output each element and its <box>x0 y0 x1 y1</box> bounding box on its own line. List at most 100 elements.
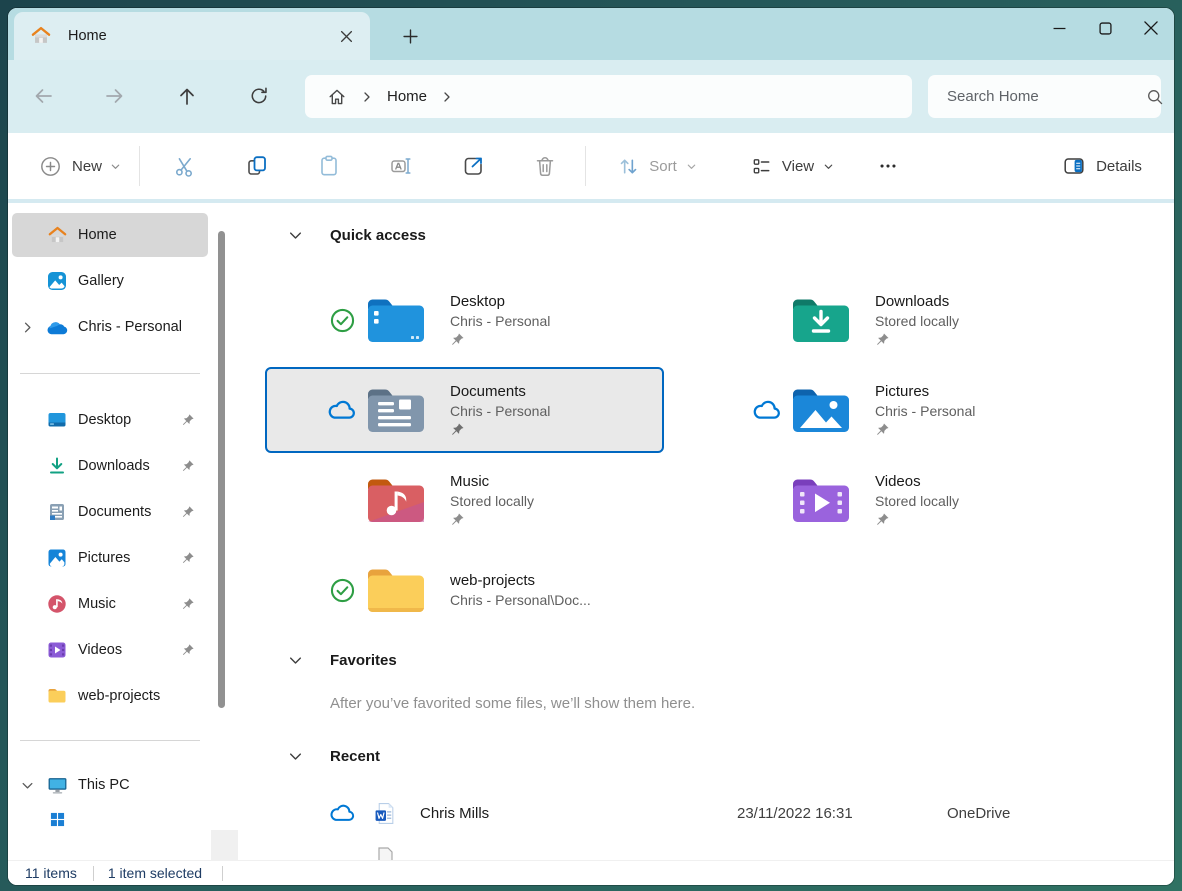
home-outline-icon[interactable] <box>327 87 347 107</box>
tile-subtitle: Stored locally <box>450 493 534 509</box>
search-input[interactable] <box>947 88 1146 105</box>
chevron-down-icon[interactable] <box>12 779 42 792</box>
tile-name: Desktop <box>450 293 550 310</box>
sidebar-item-web-projects[interactable]: web-projects <box>12 674 208 718</box>
gallery-icon <box>42 271 72 291</box>
tile-web-projects[interactable]: web-projects Chris - Personal\Doc... <box>265 547 664 633</box>
maximize-button[interactable] <box>1082 8 1128 48</box>
folder-icon <box>364 564 428 616</box>
minimize-button[interactable] <box>1036 8 1082 48</box>
back-button[interactable] <box>24 77 62 115</box>
tile-subtitle: Chris - Personal\Doc... <box>450 592 591 608</box>
tile-name: Videos <box>875 473 959 490</box>
section-label: Quick access <box>330 227 426 244</box>
onedrive-icon <box>42 319 72 335</box>
file-list: Quick access Desktop Chris - Personal <box>232 203 1174 860</box>
home-icon <box>30 25 52 47</box>
sidebar-item-videos[interactable]: Videos <box>12 628 208 672</box>
tile-documents[interactable]: Documents Chris - Personal <box>265 367 664 453</box>
desktop-folder-icon <box>364 294 428 346</box>
details-icon <box>1062 154 1086 178</box>
copy-icon <box>245 154 269 178</box>
new-tab-button[interactable] <box>394 20 426 52</box>
view-icon <box>750 155 773 178</box>
sidebar-item-home[interactable]: Home <box>12 213 208 257</box>
sidebar-scrollbar[interactable] <box>218 231 225 708</box>
chevron-down-icon <box>686 161 697 172</box>
desktop-icon <box>42 410 72 430</box>
sidebar-item-onedrive[interactable]: Chris - Personal <box>12 305 208 349</box>
pin-icon <box>180 643 196 657</box>
tile-name: Pictures <box>875 383 975 400</box>
view-button[interactable]: View <box>736 144 848 188</box>
sidebar-item-downloads[interactable]: Downloads <box>12 444 208 488</box>
tile-music[interactable]: Music Stored locally <box>265 457 664 543</box>
tile-pictures[interactable]: Pictures Chris - Personal <box>690 367 1089 453</box>
cut-button[interactable] <box>163 144 207 188</box>
search-icon[interactable] <box>1146 88 1164 106</box>
window-controls <box>1036 8 1174 48</box>
selected-count: 1 item selected <box>108 865 202 881</box>
main-area: Home Gallery Chris - Personal <box>8 203 1174 860</box>
sidebar-item-desktop[interactable]: Desktop <box>12 398 208 442</box>
tile-name: Music <box>450 473 534 490</box>
details-button[interactable]: Details <box>1044 144 1160 188</box>
chevron-down-icon <box>823 161 834 172</box>
cut-icon <box>173 154 197 178</box>
chevron-down-icon[interactable] <box>288 653 306 668</box>
section-quick-access-header[interactable]: Quick access <box>288 227 426 244</box>
sidebar-item-label: Pictures <box>78 550 180 566</box>
details-button-label: Details <box>1096 158 1142 175</box>
chevron-right-icon[interactable] <box>441 91 453 103</box>
tab-title: Home <box>68 28 332 44</box>
tab-home[interactable]: Home <box>14 12 370 60</box>
sidebar-item-music[interactable]: Music <box>12 582 208 626</box>
new-button[interactable]: New <box>28 144 132 188</box>
home-icon <box>42 225 72 246</box>
chevron-down-icon[interactable] <box>288 228 306 243</box>
toolbar-divider <box>139 146 140 186</box>
sort-button-label: Sort <box>649 158 677 175</box>
status-divider <box>222 866 223 881</box>
search-box[interactable] <box>928 75 1161 118</box>
sidebar-item-this-pc[interactable]: This PC <box>12 763 208 807</box>
rename-button[interactable] <box>379 144 423 188</box>
cloud-icon <box>745 399 789 421</box>
tile-desktop[interactable]: Desktop Chris - Personal <box>265 277 664 363</box>
paste-icon <box>317 154 341 178</box>
breadcrumb-home[interactable]: Home <box>387 88 427 105</box>
chevron-right-icon[interactable] <box>12 321 42 334</box>
tile-subtitle: Chris - Personal <box>875 403 975 419</box>
more-options-button[interactable] <box>866 144 910 188</box>
close-button[interactable] <box>1128 8 1174 48</box>
sidebar-item-documents[interactable]: Documents <box>12 490 208 534</box>
sidebar-item-pictures[interactable]: Pictures <box>12 536 208 580</box>
address-bar[interactable]: Home <box>305 75 912 118</box>
sidebar-item-gallery[interactable]: Gallery <box>12 259 208 303</box>
view-button-label: View <box>782 158 814 175</box>
delete-button[interactable] <box>523 144 567 188</box>
share-button[interactable] <box>451 144 495 188</box>
sync-check-icon <box>320 307 364 334</box>
chevron-down-icon[interactable] <box>288 749 306 764</box>
copy-button[interactable] <box>235 144 279 188</box>
sidebar-item-os-disk[interactable] <box>12 809 208 829</box>
section-favorites-header[interactable]: Favorites <box>288 652 397 669</box>
section-recent-header[interactable]: Recent <box>288 748 380 765</box>
navigation-bar: Home <box>8 60 1174 133</box>
music-folder-icon <box>364 474 428 526</box>
word-doc-icon <box>374 802 397 825</box>
recent-item-row[interactable]: Chris Mills 23/11/2022 16:31 OneDrive <box>232 797 1174 829</box>
tile-videos[interactable]: Videos Stored locally <box>690 457 1089 543</box>
sort-button[interactable]: Sort <box>606 144 708 188</box>
pictures-folder-icon <box>789 384 853 436</box>
plus-icon <box>403 29 418 44</box>
tab-close-icon[interactable] <box>332 22 360 50</box>
refresh-button[interactable] <box>240 77 278 115</box>
download-icon <box>42 456 72 476</box>
paste-button[interactable] <box>307 144 351 188</box>
up-button[interactable] <box>168 77 206 115</box>
sidebar-item-label: Music <box>78 596 180 612</box>
forward-button[interactable] <box>96 77 134 115</box>
tile-downloads[interactable]: Downloads Stored locally <box>690 277 1089 363</box>
